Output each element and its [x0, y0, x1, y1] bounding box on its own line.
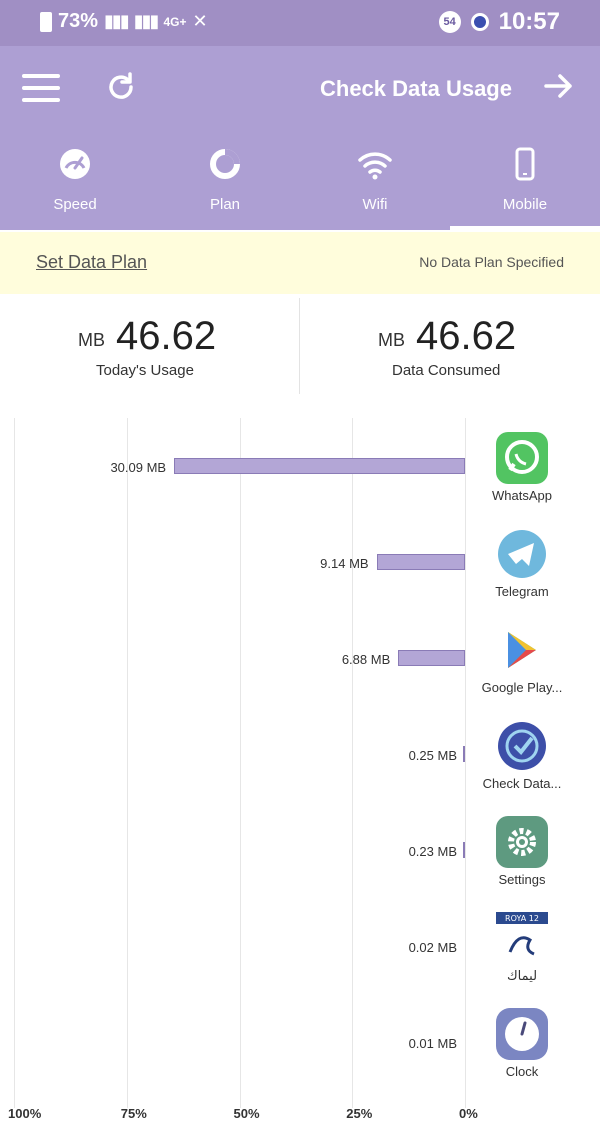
- x-tick-label: 25%: [346, 1106, 373, 1121]
- x-tick-label: 75%: [120, 1106, 147, 1121]
- set-data-plan-link[interactable]: Set Data Plan: [36, 252, 147, 273]
- tab-label: Plan: [209, 196, 241, 213]
- tab-speed[interactable]: Speed: [0, 138, 150, 230]
- royal-badge-text: ROYA 12: [505, 914, 539, 923]
- usage-value-label: 0.02 MB: [408, 940, 457, 955]
- arrow-back-icon[interactable]: [540, 68, 576, 104]
- status-right: 54 10:57: [438, 8, 560, 36]
- notification-badge: 54: [438, 11, 461, 33]
- app-status-icon: [470, 13, 489, 31]
- wifi-icon: [358, 152, 392, 180]
- x-tick-label: 0%: [459, 1106, 478, 1121]
- battery-percent: 73%: [58, 10, 99, 32]
- tab-bar: Speed Plan Wifi Mobile: [0, 138, 600, 230]
- plan-banner: Set Data Plan No Data Plan Specified: [0, 232, 600, 294]
- app-name-label: Check Data...: [482, 776, 562, 791]
- usage-summary: MB 46.62 Today's Usage MB 46.62 Data Con…: [0, 298, 600, 394]
- phone-icon: [515, 147, 535, 181]
- grid-line: [352, 418, 354, 1108]
- tab-label: Mobile: [502, 196, 548, 213]
- clock-icon[interactable]: [496, 1008, 548, 1060]
- royal-app-icon[interactable]: ROYA 12: [496, 912, 548, 964]
- refresh-icon[interactable]: [104, 70, 138, 104]
- usage-bar[interactable]: [376, 554, 465, 570]
- tab-plan[interactable]: Plan: [150, 138, 300, 230]
- today-usage-card: MB 46.62 Today's Usage: [0, 298, 300, 394]
- x-tick-label: 50%: [233, 1106, 260, 1121]
- status-left: 73% ▮▮▮ ▮▮▮ 4G+ ✕: [40, 10, 208, 33]
- signal-icon: ▮▮▮: [104, 11, 130, 31]
- menu-icon-line: [22, 86, 60, 90]
- app-name-label: Clock: [505, 1064, 539, 1079]
- app-name-label: ليماك: [506, 968, 538, 983]
- menu-icon-line: [22, 74, 60, 78]
- app-name-label: WhatsApp: [492, 488, 552, 503]
- today-usage-caption: Today's Usage: [96, 362, 194, 379]
- google-play-icon[interactable]: [496, 624, 548, 676]
- data-consumed-card: MB 46.62 Data Consumed: [300, 298, 600, 394]
- usage-bar[interactable]: [463, 746, 465, 762]
- app-name-label: Telegram: [495, 584, 549, 599]
- data-consumed-value: 46.62: [416, 314, 517, 358]
- grid-line: [239, 418, 241, 1108]
- menu-button[interactable]: [22, 74, 60, 104]
- check-data-icon[interactable]: [496, 720, 548, 772]
- clock-time: 10:57: [498, 8, 560, 35]
- donut-chart-icon: [210, 149, 240, 179]
- grid-line: [465, 418, 466, 1108]
- battery-icon: [40, 11, 52, 32]
- telegram-icon[interactable]: [496, 528, 548, 580]
- usage-bar[interactable]: [463, 842, 465, 858]
- grid-line: [126, 418, 128, 1108]
- today-usage-unit: MB: [78, 330, 105, 350]
- usage-value-label: 9.14 MB: [320, 556, 369, 571]
- app-usage-chart: 0% 25% 50% 75% 100% 30.09 MB WhatsApp 9.14 MB Te…: [0, 404, 600, 1140]
- app-name-label: Google Play...: [481, 680, 563, 695]
- grid-line: [14, 418, 15, 1108]
- app-name-label: Settings: [498, 872, 546, 887]
- status-bar: 73% ▮▮▮ ▮▮▮ 4G+ ✕ 54 10:57: [0, 0, 600, 46]
- usage-value-label: 6.88 MB: [341, 652, 391, 667]
- network-type: 4G+: [163, 14, 187, 29]
- tab-wifi[interactable]: Wifi: [300, 138, 450, 230]
- no-plan-text: No Data Plan Specified: [419, 254, 564, 270]
- usage-value-label: 0.23 MB: [408, 844, 457, 859]
- data-consumed-unit: MB: [378, 330, 405, 350]
- tab-label: Speed: [53, 196, 97, 213]
- usage-bar[interactable]: [174, 458, 465, 474]
- today-usage-value: 46.62: [116, 314, 217, 358]
- settings-icon[interactable]: [496, 816, 548, 868]
- no-sound-icon: ✕: [192, 11, 208, 31]
- data-consumed-caption: Data Consumed: [392, 362, 501, 379]
- usage-bar[interactable]: [398, 650, 465, 666]
- x-tick-label: 100%: [8, 1106, 42, 1121]
- tab-mobile[interactable]: Mobile: [450, 138, 600, 230]
- tab-label: Wifi: [362, 196, 388, 213]
- signal-icon-2: ▮▮▮: [133, 11, 160, 31]
- menu-icon-line: [22, 98, 60, 102]
- usage-value-label: 30.09 MB: [110, 460, 167, 475]
- speedometer-icon: [60, 149, 90, 179]
- usage-value-label: 0.01 MB: [408, 1036, 457, 1051]
- usage-value-label: 0.25 MB: [408, 748, 457, 763]
- app-bar: Check Data Usage: [0, 46, 600, 138]
- page-title: Check Data Usage: [320, 76, 512, 101]
- whatsapp-icon[interactable]: [496, 432, 548, 484]
